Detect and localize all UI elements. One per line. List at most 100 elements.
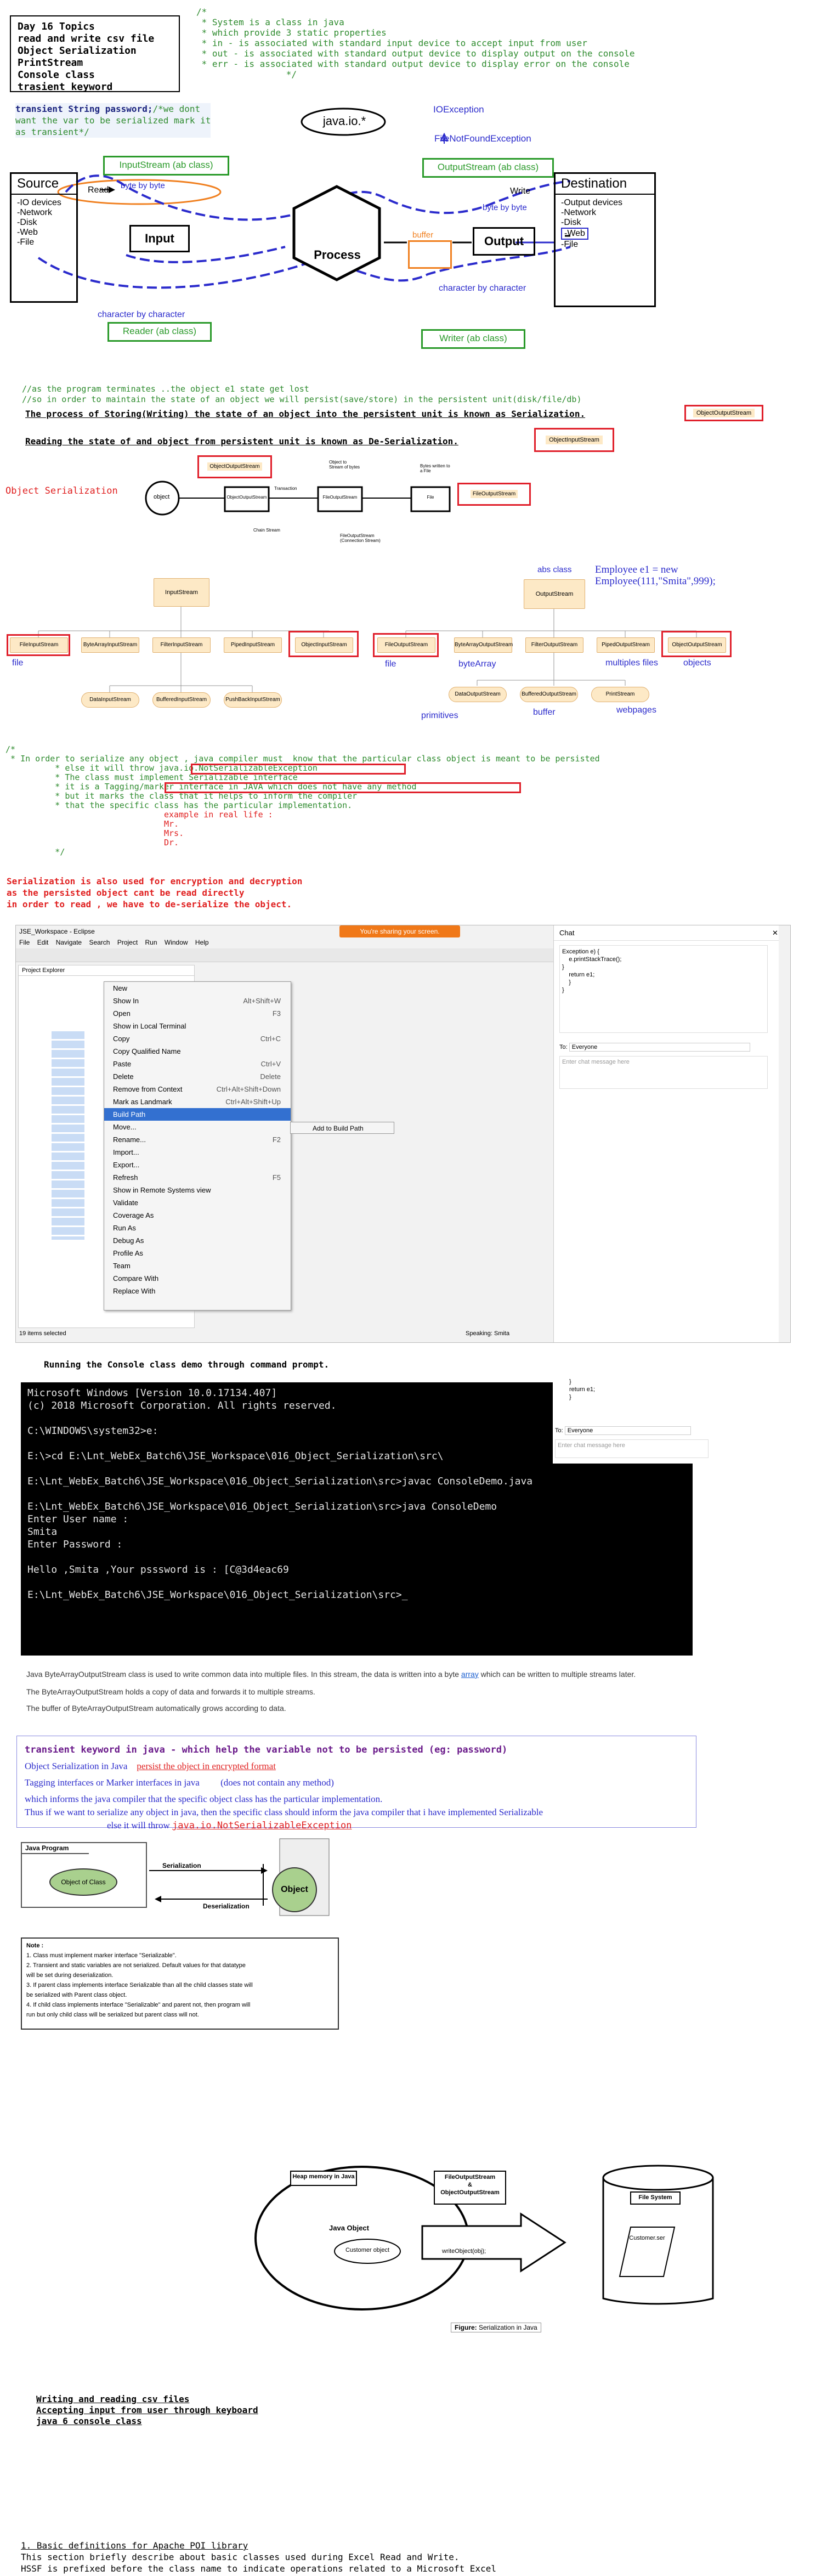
- chat-code-line: }: [562, 964, 564, 970]
- context-menu-item[interactable]: Team: [104, 1259, 291, 1272]
- oos-top-label: ObjectOutputStream: [207, 462, 262, 471]
- hierarchy-node: BufferedOutputStream: [520, 687, 578, 702]
- context-menu-label: Debug As: [113, 1236, 144, 1245]
- menu-navigate[interactable]: Navigate: [56, 939, 82, 946]
- file-node: File: [427, 495, 434, 500]
- topic-line: java 6 console class: [36, 2416, 142, 2426]
- file-annotation: file: [385, 659, 396, 669]
- source-item: -File: [17, 238, 35, 247]
- console-line: E:\Lnt_WebEx_Batch6\JSE_Workspace\016_Ob…: [27, 1476, 533, 1487]
- file-system-label: File System: [638, 2194, 672, 2201]
- context-menu-item[interactable]: Build Path: [104, 1108, 291, 1121]
- context-menu-item[interactable]: Coverage As: [104, 1209, 291, 1222]
- menu-edit[interactable]: Edit: [37, 939, 49, 946]
- fis-highlight: [7, 634, 70, 656]
- topic-line: PrintStream: [18, 57, 83, 69]
- menu-window[interactable]: Window: [165, 939, 188, 946]
- context-menu-label: Copy: [113, 1035, 130, 1043]
- fos-highlight: FileOutputStream: [457, 483, 531, 506]
- context-menu-item[interactable]: Copy Ctrl+C: [104, 1032, 291, 1045]
- deserialization-definition: Reading the state of and object from per…: [25, 436, 458, 447]
- chat-code-line: }: [562, 987, 564, 993]
- menu-search[interactable]: Search: [89, 939, 110, 946]
- context-menu-item[interactable]: Delete Delete: [104, 1070, 291, 1083]
- context-menu-item[interactable]: Profile As: [104, 1247, 291, 1259]
- context-menu-item[interactable]: Copy Qualified Name: [104, 1045, 291, 1058]
- serialization-definition: The process of Storing(Writing) the stat…: [25, 409, 586, 419]
- connection-stream-label: FileOutputStream (Connection Stream): [340, 533, 381, 543]
- transient-line: which informs the java compiler that the…: [25, 1794, 383, 1804]
- context-menu-label: Build Path: [113, 1110, 146, 1118]
- object-serialization-title: Object Serialization: [5, 485, 118, 496]
- to-label: To:: [559, 1044, 568, 1050]
- menu-help[interactable]: Help: [195, 939, 209, 946]
- context-menu-item[interactable]: Debug As: [104, 1234, 291, 1247]
- side-message-input[interactable]: Enter chat message here: [555, 1439, 709, 1458]
- file-annotation: file: [12, 658, 24, 668]
- eclipse-window: You're sharing your screen. JSE_Workspac…: [15, 925, 791, 1343]
- context-menu-item[interactable]: Compare With: [104, 1272, 291, 1285]
- destination-item: -File: [561, 240, 579, 249]
- context-menu-item[interactable]: Open F3: [104, 1007, 291, 1020]
- hierarchy-node: FilterOutputStream: [525, 637, 583, 653]
- array-link[interactable]: array: [461, 1670, 479, 1679]
- context-menu-label: Rename...: [113, 1136, 146, 1144]
- sharing-banner: You're sharing your screen.: [339, 925, 460, 937]
- chat-message-input[interactable]: Enter chat message here: [559, 1056, 768, 1089]
- context-menu-label: Team: [113, 1262, 131, 1270]
- note-title: Note :: [26, 1942, 44, 1949]
- source-title: Source: [12, 176, 76, 195]
- multiple-files-annotation: multiples files: [605, 658, 659, 668]
- note-line: 1. Class must implement marker interface…: [26, 1952, 177, 1959]
- context-menu-item[interactable]: New: [104, 982, 291, 995]
- topic-line: read and write csv file: [18, 33, 155, 44]
- caption-text: Serialization in Java: [477, 2324, 537, 2331]
- note-line: run but only child class will be seriali…: [26, 2012, 199, 2018]
- context-menu-item[interactable]: Show in Remote Systems view: [104, 1184, 291, 1196]
- topic-line: Console class: [18, 69, 95, 81]
- context-menu-item[interactable]: Refresh F5: [104, 1171, 291, 1184]
- context-menu-item[interactable]: Remove from Context Ctrl+Alt+Shift+Down: [104, 1083, 291, 1095]
- chat-recipient-select[interactable]: Everyone: [569, 1043, 750, 1052]
- menu-project[interactable]: Project: [117, 939, 138, 946]
- menu-file[interactable]: File: [19, 939, 30, 946]
- context-menu-label: Copy Qualified Name: [113, 1047, 181, 1055]
- comment-line: */: [5, 847, 65, 857]
- context-menu-item[interactable]: Paste Ctrl+V: [104, 1058, 291, 1070]
- context-menu-item[interactable]: Validate: [104, 1196, 291, 1209]
- hierarchy-node: FilterInputStream: [152, 637, 211, 653]
- read-label: Read: [88, 185, 109, 195]
- context-menu-shortcut: F3: [272, 1009, 281, 1018]
- context-menu-label: New: [113, 984, 128, 992]
- chat-code: Exception e) { e.printStackTrace();} ret…: [559, 945, 768, 1033]
- explorer-selection[interactable]: [52, 1031, 84, 1240]
- context-menu-item[interactable]: Show In Alt+Shift+W: [104, 995, 291, 1007]
- context-menu-item[interactable]: Export...: [104, 1159, 291, 1171]
- side-recipient-select[interactable]: Everyone: [564, 1426, 691, 1435]
- close-icon[interactable]: ✕: [772, 929, 778, 937]
- hierarchy-node: ByteArrayInputStream: [81, 637, 139, 653]
- comment-line: example in real life :: [5, 810, 273, 820]
- context-menu-item[interactable]: Mark as Landmark Ctrl+Alt+Shift+Up: [104, 1095, 291, 1108]
- ois-node-highlight: [288, 631, 359, 657]
- context-menu-shortcut: Ctrl+Alt+Shift+Down: [216, 1085, 281, 1093]
- context-menu-item[interactable]: Show in Local Terminal: [104, 1020, 291, 1032]
- menu-run[interactable]: Run: [145, 939, 157, 946]
- context-menu-item[interactable]: Rename... F2: [104, 1133, 291, 1146]
- transient-line: Thus if we want to serialize any object …: [25, 1807, 543, 1817]
- build-path-submenu[interactable]: Add to Build Path: [290, 1122, 394, 1134]
- context-menu-item[interactable]: Run As: [104, 1222, 291, 1234]
- context-menu-item[interactable]: Move...: [104, 1121, 291, 1133]
- bytearray-paragraph: The buffer of ByteArrayOutputStream auto…: [26, 1704, 286, 1713]
- context-menu-label: Paste: [113, 1060, 132, 1068]
- byte-by-byte-label: byte by byte: [121, 181, 165, 190]
- tagging-highlight: [165, 782, 521, 793]
- bytearray-text: which can be written to multiple streams…: [478, 1670, 636, 1679]
- context-menu-item[interactable]: Import...: [104, 1146, 291, 1159]
- filenotfound-label: FileNotFoundException: [434, 133, 531, 144]
- context-menu-item[interactable]: Replace With: [104, 1285, 291, 1297]
- context-menu-shortcut: F5: [272, 1173, 281, 1182]
- char-by-char-label: character by character: [439, 284, 526, 293]
